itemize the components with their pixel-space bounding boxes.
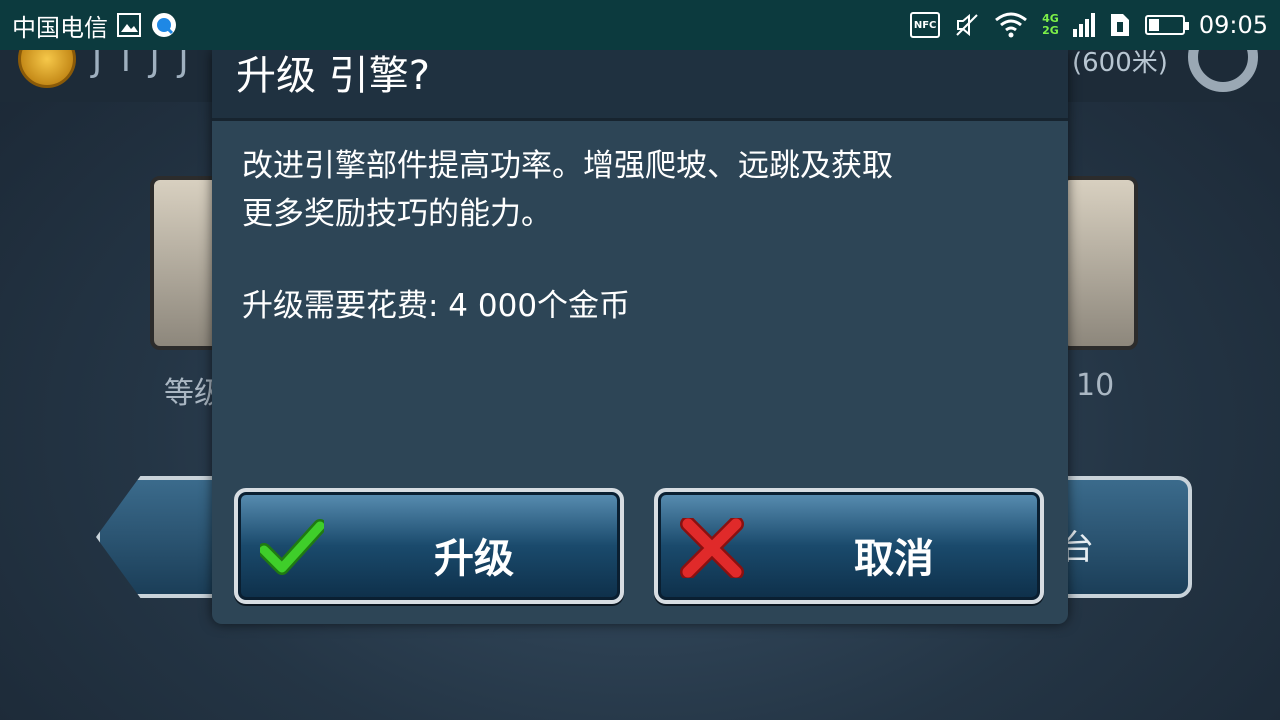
upgrade-cost: 升级需要花费: 4 000个金币 [242, 288, 631, 324]
upgrade-button[interactable]: 升级 [234, 488, 624, 604]
network-type-icon: 4G 2G [1042, 13, 1059, 37]
mute-icon [954, 12, 980, 38]
wifi-icon [994, 12, 1028, 38]
status-bar: 中国电信 NFC 4G 2G 09:05 [0, 0, 1280, 50]
upgrade-card-right[interactable] [1060, 176, 1138, 350]
close-icon [680, 516, 744, 580]
clock: 09:05 [1198, 11, 1268, 39]
description-line-1: 改进引擎部件提高功率。增强爬坡、远跳及获取 [242, 148, 893, 184]
dialog-title: 升级 引擎? [236, 53, 430, 99]
app-notification-icon [150, 11, 178, 39]
battery-icon [1144, 15, 1189, 35]
gallery-icon [116, 12, 142, 38]
dialog-header: 升级 引擎? [212, 50, 1068, 121]
upgrade-dialog: 升级 引擎? 改进引擎部件提高功率。增强爬坡、远跳及获取 更多奖励技巧的能力。 … [212, 50, 1068, 624]
upgrade-button-label: 升级 [434, 536, 514, 582]
description-line-2: 更多奖励技巧的能力。 [242, 196, 552, 232]
cancel-button-label: 取消 [854, 536, 934, 582]
network-bottom-label: 2G [1042, 24, 1059, 37]
carrier-label: 中国电信 [12, 13, 108, 42]
level-label-right: 10 [1076, 368, 1115, 403]
signal-icon [1072, 13, 1095, 37]
nfc-icon: NFC [910, 12, 941, 38]
dialog-description: 改进引擎部件提高功率。增强爬坡、远跳及获取 更多奖励技巧的能力。 [242, 142, 1032, 238]
cancel-button[interactable]: 取消 [654, 488, 1044, 604]
checkmark-icon [257, 518, 327, 578]
sim-icon [1109, 12, 1131, 38]
